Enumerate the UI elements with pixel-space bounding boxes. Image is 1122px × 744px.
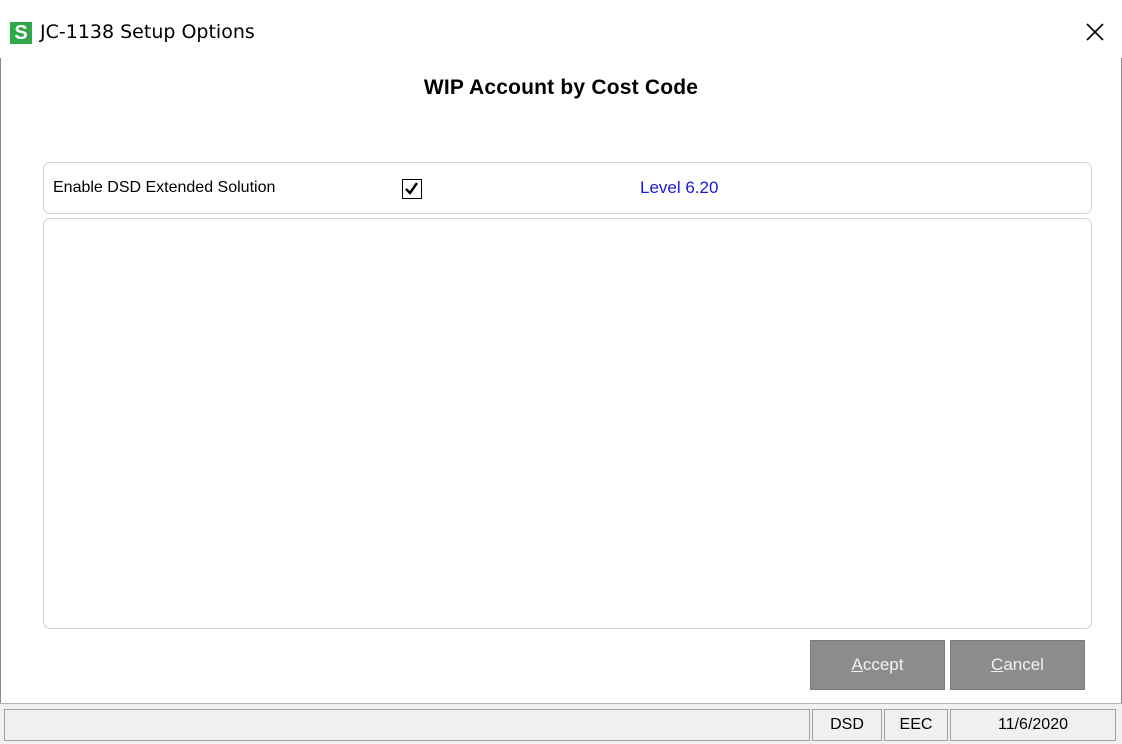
content-panel [43, 218, 1092, 629]
page-heading: WIP Account by Cost Code [423, 76, 699, 99]
cancel-label-rest: ancel [1003, 655, 1044, 674]
setup-options-window: S JC-1138 Setup Options WIP Account by C… [0, 0, 1122, 744]
window-border-left [0, 0, 1, 744]
level-version-text: Level 6.20 [640, 178, 719, 197]
status-date: 11/6/2020 [950, 709, 1116, 741]
status-bar: DSD EEC 11/6/2020 [0, 703, 1122, 744]
accept-button[interactable]: Accept [810, 640, 945, 690]
accept-label-rest: ccept [862, 655, 904, 674]
window-title: JC-1138 Setup Options [40, 21, 255, 43]
close-button[interactable] [1078, 16, 1112, 48]
title-bar[interactable]: S JC-1138 Setup Options [0, 0, 1122, 58]
enable-option-panel: Enable DSD Extended Solution Level 6.20 [43, 162, 1092, 214]
enable-dsd-label: Enable DSD Extended Solution [53, 179, 276, 196]
status-company: DSD [812, 709, 882, 741]
sage-app-icon: S [10, 22, 32, 44]
close-icon [1086, 23, 1104, 41]
accept-accelerator: A [851, 655, 863, 674]
enable-dsd-checkbox[interactable] [402, 179, 422, 199]
status-user: EEC [884, 709, 948, 741]
checkmark-icon [405, 182, 418, 195]
status-message [4, 709, 810, 741]
cancel-accelerator: C [991, 655, 1004, 674]
cancel-button[interactable]: Cancel [950, 640, 1085, 690]
